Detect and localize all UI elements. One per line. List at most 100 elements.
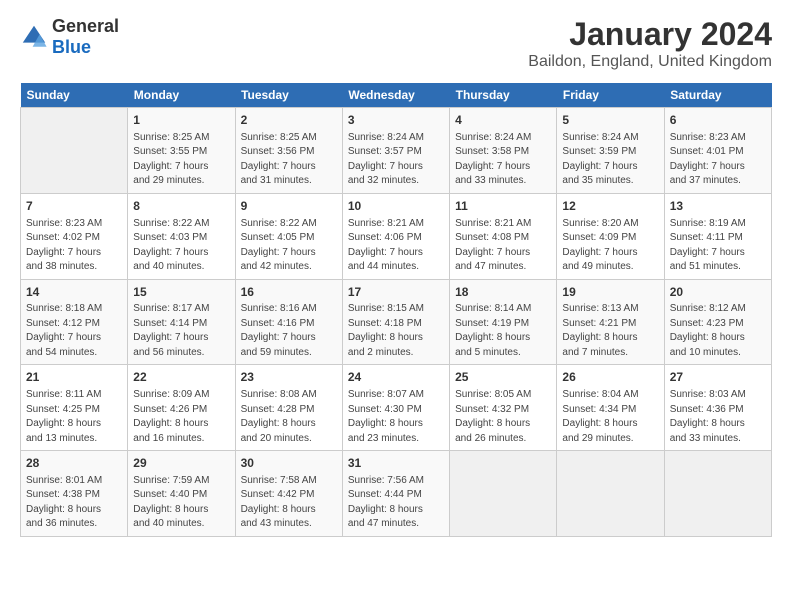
day-cell: 28Sunrise: 8:01 AM Sunset: 4:38 PM Dayli… xyxy=(21,451,128,537)
calendar-header: SundayMondayTuesdayWednesdayThursdayFrid… xyxy=(21,83,772,108)
day-number: 12 xyxy=(562,198,658,215)
day-number: 5 xyxy=(562,112,658,129)
week-row-4: 28Sunrise: 8:01 AM Sunset: 4:38 PM Dayli… xyxy=(21,451,772,537)
logo-icon xyxy=(20,23,48,51)
header-cell-thursday: Thursday xyxy=(450,83,557,108)
day-cell: 17Sunrise: 8:15 AM Sunset: 4:18 PM Dayli… xyxy=(342,279,449,365)
day-detail: Sunrise: 7:58 AM Sunset: 4:42 PM Dayligh… xyxy=(241,474,337,532)
day-detail: Sunrise: 8:08 AM Sunset: 4:28 PM Dayligh… xyxy=(241,388,337,446)
calendar-title: January 2024 xyxy=(528,16,772,53)
day-number: 13 xyxy=(670,198,766,215)
logo-general: General xyxy=(52,16,119,36)
day-number: 24 xyxy=(348,369,444,386)
calendar-title-area: January 2024 Baildon, England, United Ki… xyxy=(528,16,772,71)
day-number: 19 xyxy=(562,284,658,301)
header-row: SundayMondayTuesdayWednesdayThursdayFrid… xyxy=(21,83,772,108)
day-number: 22 xyxy=(133,369,229,386)
day-detail: Sunrise: 7:59 AM Sunset: 4:40 PM Dayligh… xyxy=(133,474,229,532)
day-cell: 22 Sunrise: 8:09 AM Sunset: 4:26 PM Dayli… xyxy=(128,365,235,451)
day-number: 29 xyxy=(133,455,229,472)
day-number: 2 xyxy=(241,112,337,129)
logo-text: General Blue xyxy=(52,16,119,58)
day-cell: 2Sunrise: 8:25 AM Sunset: 3:56 PM Daylig… xyxy=(235,108,342,194)
day-number: 26 xyxy=(562,369,658,386)
day-cell: 10Sunrise: 8:21 AM Sunset: 4:06 PM Dayli… xyxy=(342,193,449,279)
day-number: 30 xyxy=(241,455,337,472)
day-cell: 27 Sunrise: 8:03 AM Sunset: 4:36 PM Dayli… xyxy=(664,365,771,451)
header-cell-sunday: Sunday xyxy=(21,83,128,108)
day-cell: 25Sunrise: 8:05 AM Sunset: 4:32 PM Dayli… xyxy=(450,365,557,451)
day-detail: Sunrise: 7:56 AM Sunset: 4:44 PM Dayligh… xyxy=(348,474,444,532)
day-number: 11 xyxy=(455,198,551,215)
day-detail: Sunrise: 8:24 AM Sunset: 3:57 PM Dayligh… xyxy=(348,131,444,189)
day-detail: Sunrise: 8:01 AM Sunset: 4:38 PM Dayligh… xyxy=(26,474,122,532)
day-cell: 11 Sunrise: 8:21 AM Sunset: 4:08 PM Dayli… xyxy=(450,193,557,279)
day-detail: Sunrise: 8:21 AM Sunset: 4:08 PM Dayligh… xyxy=(455,217,551,275)
day-detail: Sunrise: 8:15 AM Sunset: 4:18 PM Dayligh… xyxy=(348,302,444,360)
header-cell-tuesday: Tuesday xyxy=(235,83,342,108)
week-row-1: 7Sunrise: 8:23 AM Sunset: 4:02 PM Daylig… xyxy=(21,193,772,279)
day-number: 20 xyxy=(670,284,766,301)
header-cell-monday: Monday xyxy=(128,83,235,108)
header-cell-wednesday: Wednesday xyxy=(342,83,449,108)
day-detail: Sunrise: 8:03 AM Sunset: 4:36 PM Dayligh… xyxy=(670,388,766,446)
day-detail: Sunrise: 8:09 AM Sunset: 4:26 PM Dayligh… xyxy=(133,388,229,446)
day-detail: Sunrise: 8:12 AM Sunset: 4:23 PM Dayligh… xyxy=(670,302,766,360)
day-cell: 12 Sunrise: 8:20 AM Sunset: 4:09 PM Dayli… xyxy=(557,193,664,279)
day-cell: 29 Sunrise: 7:59 AM Sunset: 4:40 PM Dayli… xyxy=(128,451,235,537)
day-number: 18 xyxy=(455,284,551,301)
calendar-table: SundayMondayTuesdayWednesdayThursdayFrid… xyxy=(20,83,772,537)
day-detail: Sunrise: 8:22 AM Sunset: 4:03 PM Dayligh… xyxy=(133,217,229,275)
day-cell: 4 Sunrise: 8:24 AM Sunset: 3:58 PM Daylig… xyxy=(450,108,557,194)
day-number: 1 xyxy=(133,112,229,129)
day-number: 17 xyxy=(348,284,444,301)
day-cell: 9 Sunrise: 8:22 AM Sunset: 4:05 PM Daylig… xyxy=(235,193,342,279)
day-detail: Sunrise: 8:21 AM Sunset: 4:06 PM Dayligh… xyxy=(348,217,444,275)
calendar-subtitle: Baildon, England, United Kingdom xyxy=(528,53,772,71)
day-detail: Sunrise: 8:23 AM Sunset: 4:02 PM Dayligh… xyxy=(26,217,122,275)
day-detail: Sunrise: 8:24 AM Sunset: 3:58 PM Dayligh… xyxy=(455,131,551,189)
day-number: 9 xyxy=(241,198,337,215)
logo: General Blue xyxy=(20,16,119,58)
day-detail: Sunrise: 8:13 AM Sunset: 4:21 PM Dayligh… xyxy=(562,302,658,360)
day-detail: Sunrise: 8:14 AM Sunset: 4:19 PM Dayligh… xyxy=(455,302,551,360)
day-cell: 3 Sunrise: 8:24 AM Sunset: 3:57 PM Daylig… xyxy=(342,108,449,194)
day-cell: 31 Sunrise: 7:56 AM Sunset: 4:44 PM Dayli… xyxy=(342,451,449,537)
day-detail: Sunrise: 8:07 AM Sunset: 4:30 PM Dayligh… xyxy=(348,388,444,446)
day-cell: 15Sunrise: 8:17 AM Sunset: 4:14 PM Dayli… xyxy=(128,279,235,365)
day-number: 25 xyxy=(455,369,551,386)
day-number: 27 xyxy=(670,369,766,386)
day-number: 15 xyxy=(133,284,229,301)
day-cell: 26Sunrise: 8:04 AM Sunset: 4:34 PM Dayli… xyxy=(557,365,664,451)
day-detail: Sunrise: 8:16 AM Sunset: 4:16 PM Dayligh… xyxy=(241,302,337,360)
day-number: 14 xyxy=(26,284,122,301)
day-detail: Sunrise: 8:11 AM Sunset: 4:25 PM Dayligh… xyxy=(26,388,122,446)
day-cell: 5 Sunrise: 8:24 AM Sunset: 3:59 PM Daylig… xyxy=(557,108,664,194)
day-cell: 16Sunrise: 8:16 AM Sunset: 4:16 PM Dayli… xyxy=(235,279,342,365)
day-cell: 1 Sunrise: 8:25 AM Sunset: 3:55 PM Daylig… xyxy=(128,108,235,194)
day-cell xyxy=(21,108,128,194)
day-cell: 23 Sunrise: 8:08 AM Sunset: 4:28 PM Dayli… xyxy=(235,365,342,451)
day-detail: Sunrise: 8:22 AM Sunset: 4:05 PM Dayligh… xyxy=(241,217,337,275)
week-row-0: 1 Sunrise: 8:25 AM Sunset: 3:55 PM Daylig… xyxy=(21,108,772,194)
day-number: 23 xyxy=(241,369,337,386)
day-detail: Sunrise: 8:25 AM Sunset: 3:55 PM Dayligh… xyxy=(133,131,229,189)
day-number: 3 xyxy=(348,112,444,129)
day-detail: Sunrise: 8:24 AM Sunset: 3:59 PM Dayligh… xyxy=(562,131,658,189)
day-detail: Sunrise: 8:23 AM Sunset: 4:01 PM Dayligh… xyxy=(670,131,766,189)
day-number: 6 xyxy=(670,112,766,129)
day-cell: 19Sunrise: 8:13 AM Sunset: 4:21 PM Dayli… xyxy=(557,279,664,365)
day-cell xyxy=(450,451,557,537)
header-cell-saturday: Saturday xyxy=(664,83,771,108)
logo-blue: Blue xyxy=(52,37,91,57)
day-detail: Sunrise: 8:18 AM Sunset: 4:12 PM Dayligh… xyxy=(26,302,122,360)
day-cell: 20Sunrise: 8:12 AM Sunset: 4:23 PM Dayli… xyxy=(664,279,771,365)
day-number: 31 xyxy=(348,455,444,472)
day-cell: 13Sunrise: 8:19 AM Sunset: 4:11 PM Dayli… xyxy=(664,193,771,279)
day-cell: 8Sunrise: 8:22 AM Sunset: 4:03 PM Daylig… xyxy=(128,193,235,279)
calendar-body: 1 Sunrise: 8:25 AM Sunset: 3:55 PM Daylig… xyxy=(21,108,772,537)
day-cell: 14Sunrise: 8:18 AM Sunset: 4:12 PM Dayli… xyxy=(21,279,128,365)
day-cell xyxy=(664,451,771,537)
day-number: 4 xyxy=(455,112,551,129)
day-detail: Sunrise: 8:20 AM Sunset: 4:09 PM Dayligh… xyxy=(562,217,658,275)
